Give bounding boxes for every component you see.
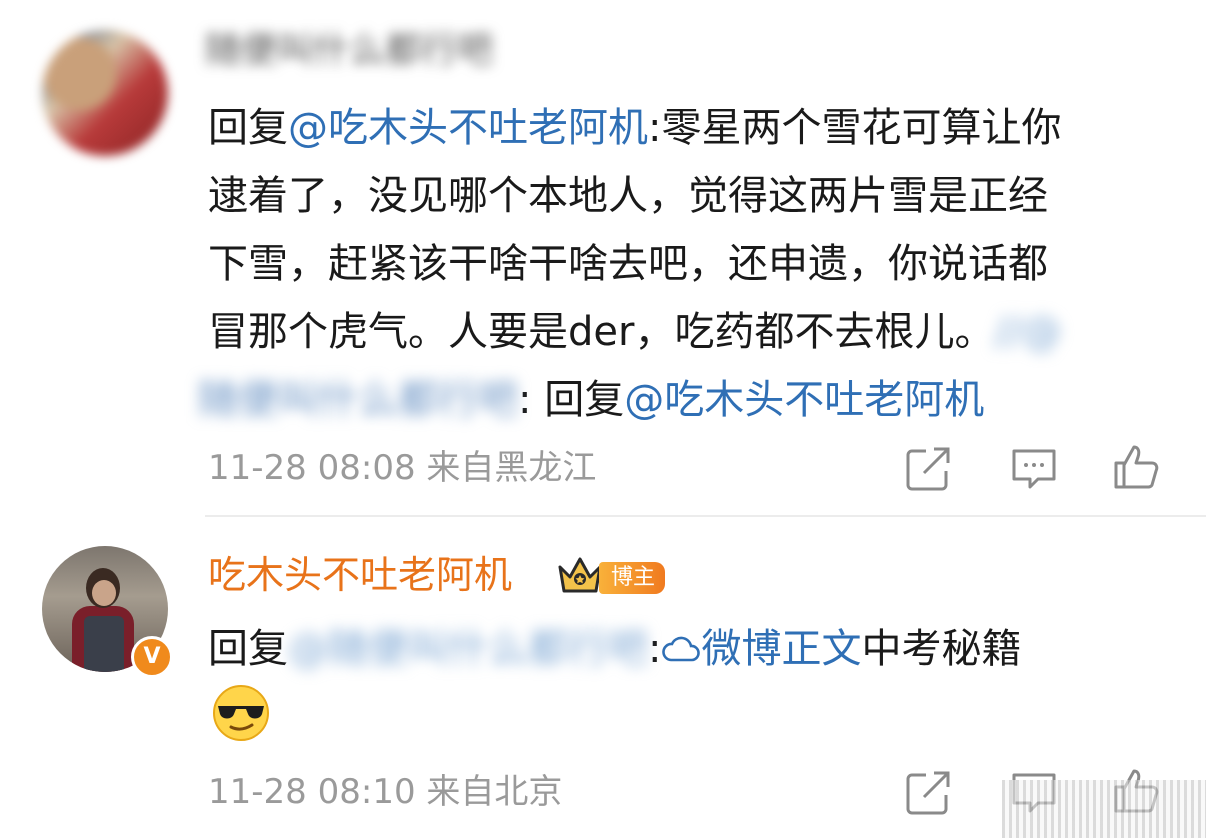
comment-text: 冒那个虎气。人要是der，吃药都不去根儿。 <box>208 309 995 355</box>
quote-reply-prefix: 回复 <box>544 377 625 423</box>
quote-separator: : <box>518 377 532 423</box>
crown-icon <box>558 557 602 593</box>
reply-prefix: 回复 <box>208 105 288 151</box>
comment-text: 下雪，赶紧该干啥干啥去吧，还申遗，你说话都 <box>208 241 1048 287</box>
blogger-badge: 博主 <box>599 562 666 594</box>
mention-link-blurred[interactable]: @随便叫什么都行吧 <box>288 615 648 683</box>
verified-badge-icon: V <box>131 636 173 678</box>
quote-mention-link[interactable]: @吃木头不吐老阿机 <box>624 377 984 423</box>
location: 来自黑龙江 <box>426 448 597 488</box>
comment-meta: 11-28 08:08 来自黑龙江 <box>208 448 596 488</box>
watermark <box>1002 780 1206 838</box>
timestamp: 11-28 08:08 <box>208 448 416 488</box>
weibo-post-link[interactable]: 微博正文 <box>701 626 861 672</box>
author-name[interactable]: 吃木头不吐老阿机 <box>208 552 512 598</box>
reply-separator: : <box>648 626 662 672</box>
comment-icon[interactable] <box>1010 445 1058 493</box>
username-blurred[interactable]: 随便叫什么都行吧 <box>205 30 535 72</box>
share-icon[interactable] <box>904 445 952 493</box>
comment-body: 回复@随便叫什么都行吧: 微博正文中考秘籍 <box>208 615 1168 683</box>
user-avatar-blurred[interactable] <box>42 30 168 156</box>
comment-text: 中考秘籍 <box>861 626 1022 672</box>
share-icon[interactable] <box>904 769 952 817</box>
comment-meta: 11-28 08:10 来自北京 <box>208 772 562 812</box>
like-icon[interactable] <box>1112 443 1160 491</box>
timestamp: 11-28 08:10 <box>208 772 416 812</box>
comment-text: :零星两个雪花可算让你 <box>648 105 1062 151</box>
link-icon <box>662 636 701 662</box>
location: 来自北京 <box>426 772 563 812</box>
reply-prefix: 回复 <box>208 626 288 672</box>
divider <box>205 515 1206 517</box>
comment-body: 回复@吃木头不吐老阿机:零星两个雪花可算让你 逮着了，没见哪个本地人，觉得这两片… <box>198 94 1168 434</box>
repost-marker-blurred: //@ <box>994 309 1062 355</box>
mention-link[interactable]: @吃木头不吐老阿机 <box>288 105 648 151</box>
comment-item: 随便叫什么都行吧 回复@吃木头不吐老阿机:零星两个雪花可算让你 逮着了，没见哪个… <box>0 0 1206 515</box>
comment-text: 逮着了，没见哪个本地人，觉得这两片雪是正经 <box>208 173 1048 219</box>
cool-sunglasses-emoji-icon <box>213 685 269 741</box>
quoted-user-blurred[interactable]: 随便叫什么都行吧 <box>198 366 518 434</box>
